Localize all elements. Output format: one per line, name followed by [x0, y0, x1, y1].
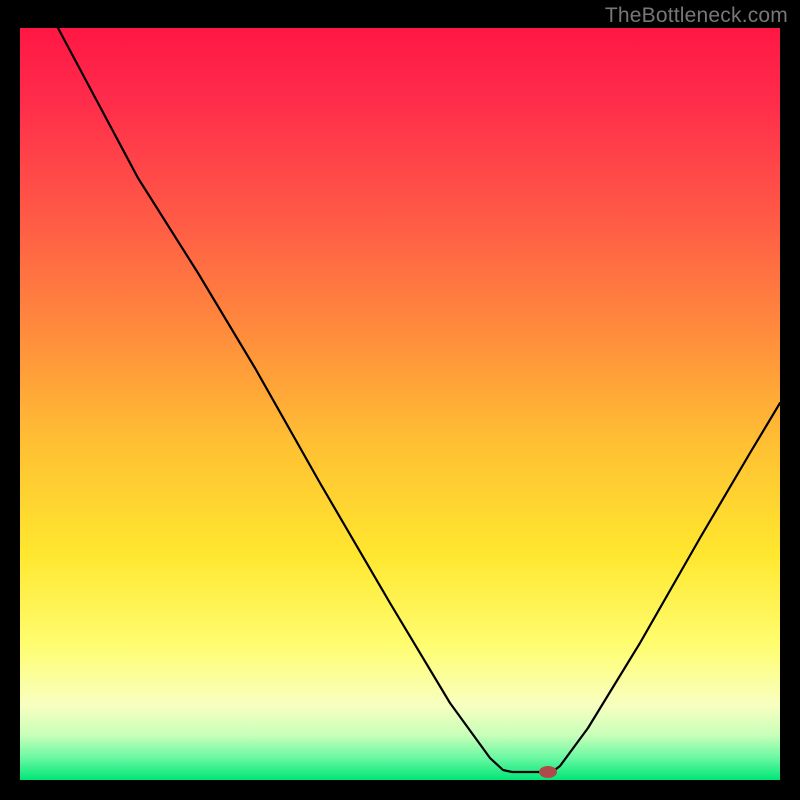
watermark-text: TheBottleneck.com: [605, 4, 788, 28]
gradient-background: [20, 28, 780, 780]
chart-frame: TheBottleneck.com: [0, 0, 800, 800]
plot-area: [20, 28, 780, 780]
optimal-point-marker: [539, 766, 557, 778]
bottleneck-chart: [20, 28, 780, 780]
